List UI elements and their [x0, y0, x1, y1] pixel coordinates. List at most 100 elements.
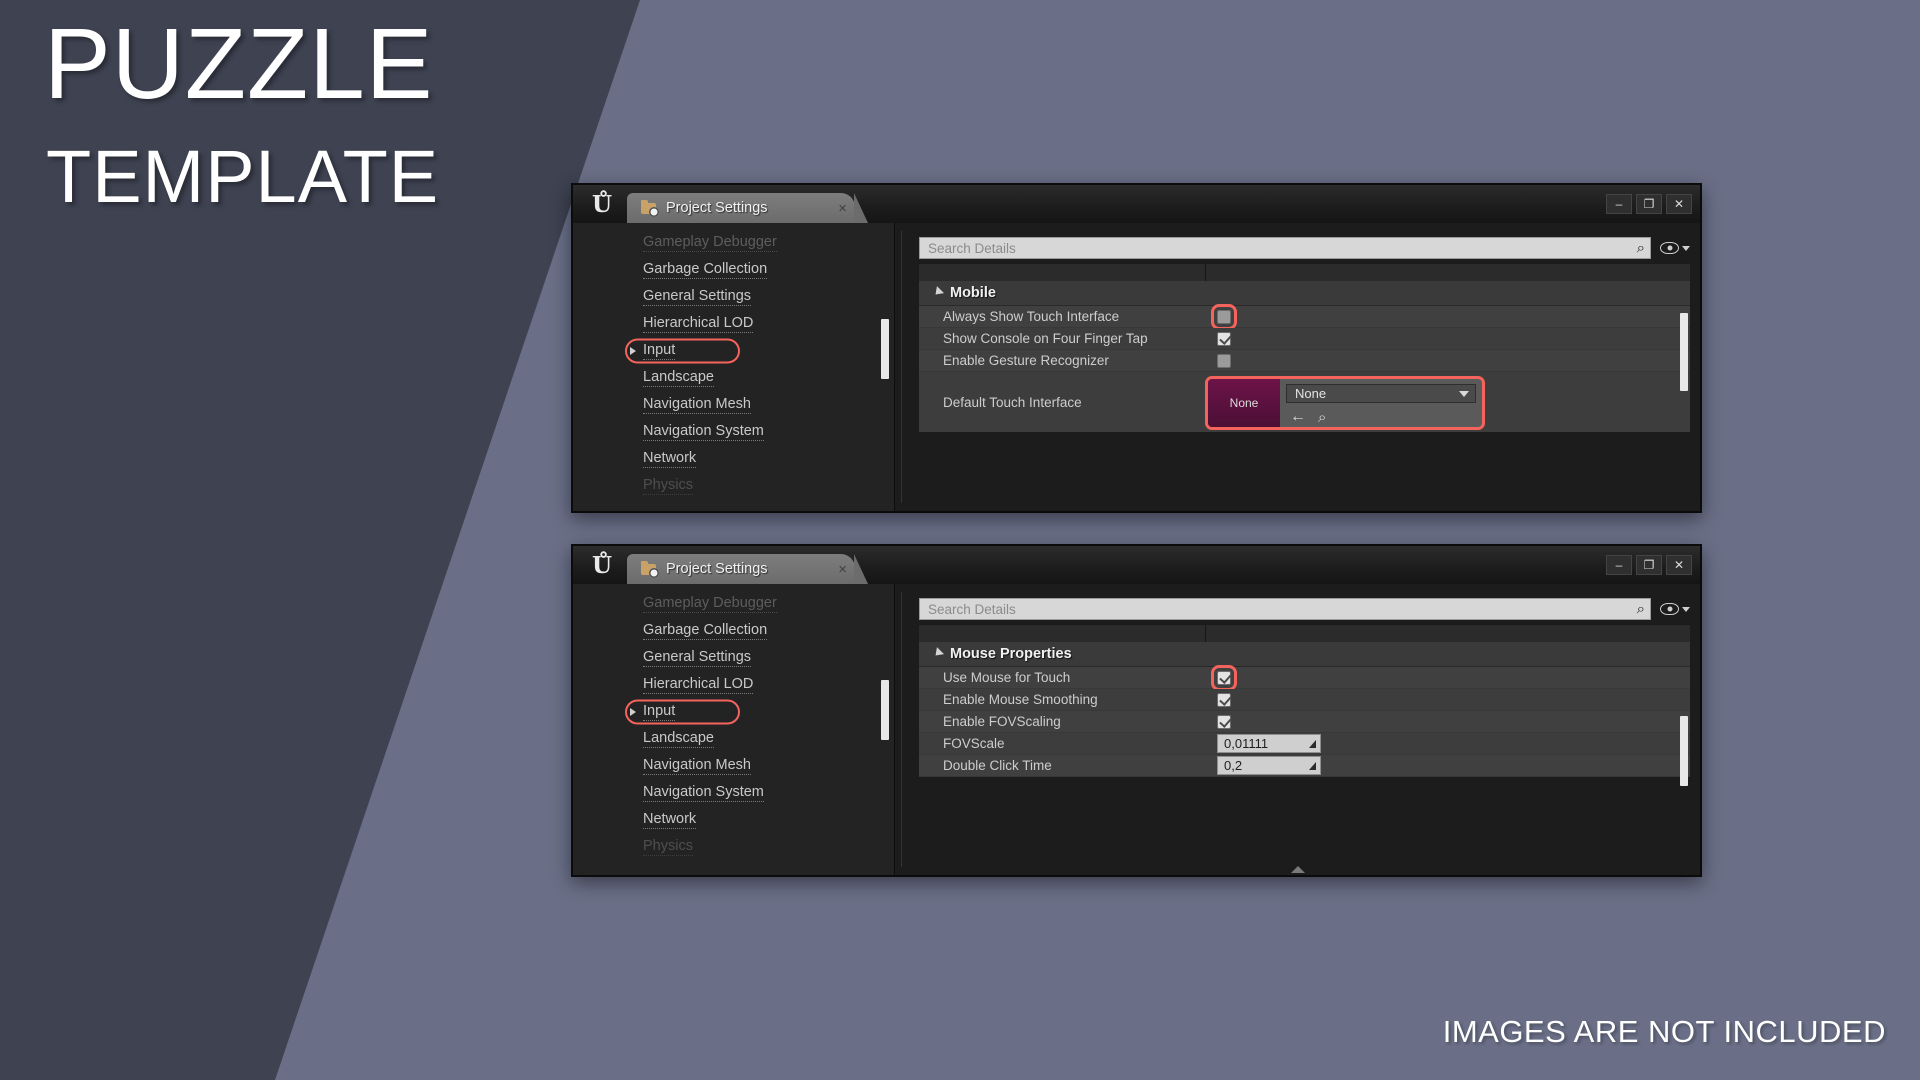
property-label: Use Mouse for Touch	[943, 670, 1071, 685]
table-row: FOVScale 0,01111	[919, 733, 1690, 755]
minimize-button[interactable]: –	[1606, 555, 1632, 575]
sidebar-item-physics[interactable]: Physics	[573, 472, 895, 499]
tab-project-settings[interactable]: Project Settings ×	[627, 193, 868, 223]
number-input[interactable]: 0,01111	[1217, 734, 1321, 753]
sidebar-scrollbar-thumb[interactable]	[881, 680, 889, 740]
search-row: Search Details ⌕	[919, 598, 1690, 620]
sidebar-item-label: Navigation System	[643, 422, 764, 441]
sidebar-item-label: General Settings	[643, 287, 752, 306]
asset-thumbnail: None	[1208, 379, 1280, 427]
sidebar-item-gameplay-debugger[interactable]: Gameplay Debugger	[573, 590, 895, 617]
sidebar-item-landscape[interactable]: Landscape	[573, 725, 895, 752]
checkbox-checked[interactable]	[1217, 714, 1231, 729]
asset-combo-box[interactable]: None	[1286, 384, 1476, 403]
maximize-button[interactable]: ❐	[1636, 194, 1662, 214]
settings-category-sidebar[interactable]: Gameplay Debugger Garbage Collection Gener…	[573, 584, 895, 875]
collapse-triangle-icon[interactable]	[931, 285, 945, 298]
spinner-icon[interactable]	[1309, 761, 1316, 770]
asset-picker[interactable]: None None ← ⌕	[1205, 376, 1485, 430]
sidebar-item-network[interactable]: Network	[573, 445, 895, 472]
sidebar-item-navigation-mesh[interactable]: Navigation Mesh	[573, 752, 895, 779]
close-button[interactable]: ✕	[1666, 194, 1692, 214]
view-options-button[interactable]	[1658, 242, 1690, 254]
sidebar-item-input[interactable]: Input	[573, 698, 895, 725]
asset-tool-row: ← ⌕	[1280, 403, 1482, 425]
settings-category-sidebar[interactable]: Gameplay Debugger Garbage Collection Gener…	[573, 223, 895, 511]
search-input[interactable]: Search Details ⌕	[919, 598, 1651, 620]
sidebar-item-label: Garbage Collection	[643, 260, 768, 279]
sidebar-item-label: Input	[643, 702, 676, 721]
checkbox-unchecked[interactable]	[1217, 309, 1231, 324]
gear-icon	[649, 567, 659, 578]
table-row: Use Mouse for Touch	[919, 664, 1690, 691]
scroll-down-caret-icon[interactable]	[1290, 866, 1305, 873]
search-icon[interactable]: ⌕	[1637, 241, 1645, 256]
sidebar-item-general-settings[interactable]: General Settings	[573, 283, 895, 310]
sidebar-item-hierarchical-lod[interactable]: Hierarchical LOD	[573, 310, 895, 337]
property-list: Always Show Touch Interface Show Console …	[919, 303, 1690, 432]
property-label: Enable Mouse Smoothing	[943, 692, 1098, 707]
headline-line-2: TEMPLATE	[46, 135, 440, 218]
close-button[interactable]: ✕	[1666, 555, 1692, 575]
sidebar-item-network[interactable]: Network	[573, 806, 895, 833]
sidebar-item-landscape[interactable]: Landscape	[573, 364, 895, 391]
sidebar-item-label: Physics	[643, 476, 693, 495]
collapse-triangle-icon[interactable]	[931, 646, 945, 659]
checkbox-checked[interactable]	[1217, 670, 1231, 685]
sidebar-item-gameplay-debugger[interactable]: Gameplay Debugger	[573, 229, 895, 256]
details-scrollbar-thumb[interactable]	[1680, 313, 1688, 391]
chevron-down-icon	[1682, 245, 1690, 251]
window-titlebar: Ů Project Settings × – ❐ ✕	[573, 185, 1700, 223]
property-label: Default Touch Interface	[943, 394, 1082, 410]
column-splitter[interactable]	[919, 263, 1690, 281]
details-scrollbar-thumb[interactable]	[1680, 716, 1688, 786]
chevron-down-icon[interactable]	[1459, 390, 1469, 397]
sidebar-scrollbar-thumb[interactable]	[881, 319, 889, 379]
tab-project-settings[interactable]: Project Settings ×	[627, 554, 868, 584]
window-controls: – ❐ ✕	[1606, 194, 1692, 214]
checkbox-unchecked[interactable]	[1217, 353, 1231, 368]
expand-triangle-icon[interactable]	[630, 346, 636, 355]
maximize-button[interactable]: ❐	[1636, 555, 1662, 575]
category-title: Mobile	[950, 285, 996, 301]
column-splitter[interactable]	[919, 624, 1690, 642]
tab-close-icon[interactable]: ×	[814, 562, 847, 577]
view-options-button[interactable]	[1658, 603, 1690, 615]
details-panel: Search Details ⌕ Mobile Always Show Touch I…	[895, 223, 1700, 511]
project-settings-window-mouse[interactable]: Ů Project Settings × – ❐ ✕ Gameplay Debugger Ga…	[571, 544, 1702, 877]
category-header[interactable]: Mouse Properties	[919, 642, 1690, 667]
window-titlebar: Ů Project Settings × – ❐ ✕	[573, 546, 1700, 584]
checkbox-checked[interactable]	[1217, 692, 1231, 707]
search-input[interactable]: Search Details ⌕	[919, 237, 1651, 259]
sidebar-item-navigation-system[interactable]: Navigation System	[573, 779, 895, 806]
tab-close-icon[interactable]: ×	[814, 201, 847, 216]
property-value	[1205, 353, 1231, 368]
checkbox-checked[interactable]	[1217, 331, 1231, 346]
spinner-icon[interactable]	[1309, 739, 1316, 748]
property-value	[1205, 670, 1231, 685]
sidebar-item-garbage-collection[interactable]: Garbage Collection	[573, 617, 895, 644]
sidebar-item-hierarchical-lod[interactable]: Hierarchical LOD	[573, 671, 895, 698]
sidebar-item-general-settings[interactable]: General Settings	[573, 644, 895, 671]
sidebar-item-navigation-mesh[interactable]: Navigation Mesh	[573, 391, 895, 418]
property-label: FOVScale	[943, 736, 1005, 751]
poster-footnote: IMAGES ARE NOT INCLUDED	[1442, 1014, 1886, 1049]
property-value	[1205, 692, 1231, 707]
sidebar-item-label: Network	[643, 810, 697, 829]
project-settings-window-mobile[interactable]: Ů Project Settings × – ❐ ✕ Gameplay Debugger Ga…	[571, 183, 1702, 513]
sidebar-item-physics[interactable]: Physics	[573, 833, 895, 860]
asset-search-icon[interactable]: ⌕	[1318, 410, 1326, 425]
minimize-button[interactable]: –	[1606, 194, 1632, 214]
sidebar-item-label: Garbage Collection	[643, 621, 768, 640]
sidebar-item-label: Gameplay Debugger	[643, 233, 777, 252]
property-value	[1205, 309, 1231, 324]
search-icon[interactable]: ⌕	[1637, 602, 1645, 617]
search-row: Search Details ⌕	[919, 237, 1690, 259]
sidebar-item-input[interactable]: Input	[573, 337, 895, 364]
browse-back-icon[interactable]: ←	[1290, 409, 1306, 425]
expand-triangle-icon[interactable]	[630, 707, 636, 716]
number-input[interactable]: 0,2	[1217, 756, 1321, 775]
sidebar-item-navigation-system[interactable]: Navigation System	[573, 418, 895, 445]
category-header[interactable]: Mobile	[919, 281, 1690, 306]
sidebar-item-garbage-collection[interactable]: Garbage Collection	[573, 256, 895, 283]
